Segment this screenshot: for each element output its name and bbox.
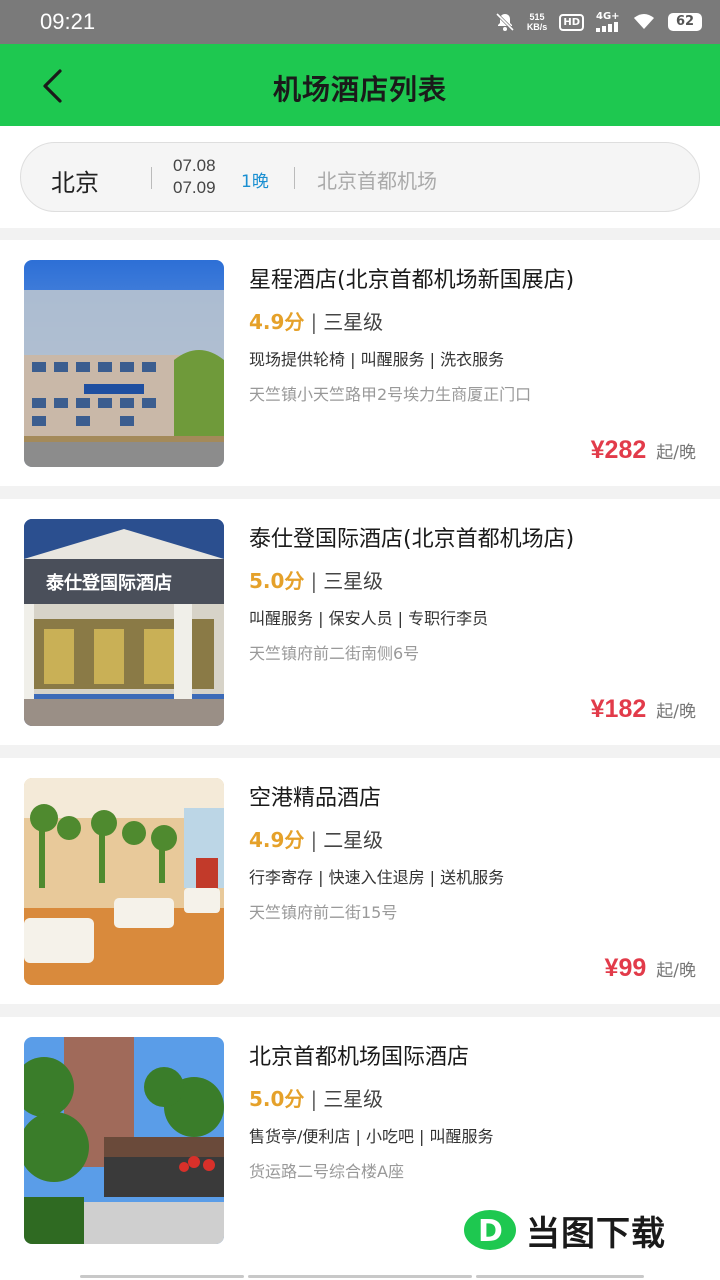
signal-indicator: 4G+ (596, 12, 620, 32)
page-title: 机场酒店列表 (272, 73, 447, 106)
hotel-star-level: 三星级 (323, 569, 384, 593)
hotel-card[interactable]: 空港精品酒店 4.9分 | 二星级 行李寄存 | 快速入住退房 | 送机服务 天竺镇… (0, 758, 720, 1004)
divider (151, 167, 152, 189)
scroll-indicator (248, 1275, 472, 1278)
checkin-date: 07.08 (173, 156, 216, 175)
hotel-image: 泰仕登国际酒店 (24, 519, 224, 726)
hotel-rating: 5.0分 | 三星级 (249, 569, 384, 593)
hotel-rating: 4.9分 | 三星级 (249, 310, 384, 334)
hotel-facilities: 行李寄存 | 快速入住退房 | 送机服务 (249, 868, 505, 887)
wifi-icon (634, 14, 654, 29)
nights-count: 1晚 (241, 172, 269, 192)
network-speed: 515 KB/s (526, 12, 548, 32)
watermark-logo-icon: D (462, 1208, 518, 1252)
hotel-card[interactable]: 泰仕登国际酒店 泰仕登国际酒店(北京首都机场店) 5.0分 | 三星级 叫醒服务 |… (0, 499, 720, 745)
hotel-facilities: 叫醒服务 | 保安人员 | 专职行李员 (249, 609, 489, 628)
hotel-name: 北京首都机场国际酒店 (249, 1045, 470, 1070)
location-input[interactable]: 北京首都机场 (317, 165, 437, 194)
hotel-price: ¥182 起/晚 (591, 695, 696, 724)
hotel-name: 空港精品酒店 (249, 786, 382, 811)
price-unit: 起/晚 (656, 702, 696, 722)
scroll-indicator (476, 1275, 644, 1278)
hotel-score: 4.9分 (249, 828, 305, 852)
hotel-image (24, 1037, 224, 1244)
search-section: 北京 07.08 07.09 1晚 北京首都机场 (0, 126, 720, 228)
hotel-name: 泰仕登国际酒店(北京首都机场店) (249, 527, 575, 552)
hotel-sign-text: 泰仕登国际酒店 (45, 572, 172, 594)
divider (294, 167, 295, 189)
bell-off-icon (495, 12, 514, 32)
hotel-rating: 4.9分 | 二星级 (249, 828, 384, 852)
status-bar: 09:21 515 KB/s HD 4G+ 62 (0, 0, 720, 44)
hotel-address: 天竺镇小天竺路甲2号埃力生商厦正门口 (249, 385, 532, 404)
hotel-score: 5.0分 (249, 1087, 305, 1111)
city-selector[interactable]: 北京 (51, 163, 99, 198)
date-selector[interactable]: 07.08 07.09 (173, 155, 216, 199)
hotel-score: 5.0分 (249, 569, 305, 593)
hotel-address: 天竺镇府前二街15号 (249, 903, 398, 922)
status-icons: 515 KB/s HD 4G+ 62 (495, 10, 702, 34)
price-unit: 起/晚 (656, 443, 696, 463)
hotel-address: 货运路二号综合楼A座 (249, 1162, 404, 1181)
hotel-price: ¥282 起/晚 (591, 436, 696, 465)
hotel-facilities: 现场提供轮椅 | 叫醒服务 | 洗衣服务 (249, 350, 505, 369)
checkout-date: 07.09 (173, 178, 216, 197)
price-value: ¥182 (590, 695, 647, 723)
scroll-indicator (80, 1275, 244, 1278)
header: 机场酒店列表 (0, 44, 720, 126)
hotel-facilities: 售货亭/便利店 | 小吃吧 | 叫醒服务 (249, 1127, 494, 1146)
svg-text:D: D (478, 1214, 503, 1249)
watermark-text: 当图下载 (526, 1213, 666, 1254)
hotel-star-level: 二星级 (323, 828, 384, 852)
battery-indicator: 62 (668, 13, 702, 31)
hotel-score: 4.9分 (249, 310, 305, 334)
price-value: ¥99 (604, 954, 647, 982)
price-unit: 起/晚 (656, 961, 696, 981)
price-value: ¥282 (590, 436, 647, 464)
hotel-star-level: 三星级 (323, 310, 384, 334)
search-bar[interactable]: 北京 07.08 07.09 1晚 北京首都机场 (20, 142, 700, 212)
status-time: 09:21 (40, 9, 96, 34)
hotel-image (24, 778, 224, 985)
hotel-card[interactable]: 星程酒店(北京首都机场新国展店) 4.9分 | 三星级 现场提供轮椅 | 叫醒服务 … (0, 240, 720, 486)
hotel-star-level: 三星级 (323, 1087, 384, 1111)
hotel-address: 天竺镇府前二街南侧6号 (249, 644, 420, 663)
watermark: D 当图下载 (462, 1206, 666, 1254)
hotel-price: ¥99 起/晚 (605, 954, 696, 983)
hotel-image (24, 260, 224, 467)
hotel-rating: 5.0分 | 三星级 (249, 1087, 384, 1111)
hd-badge: HD (559, 13, 584, 31)
signal-icon (596, 22, 618, 32)
hotel-name: 星程酒店(北京首都机场新国展店) (249, 268, 575, 293)
